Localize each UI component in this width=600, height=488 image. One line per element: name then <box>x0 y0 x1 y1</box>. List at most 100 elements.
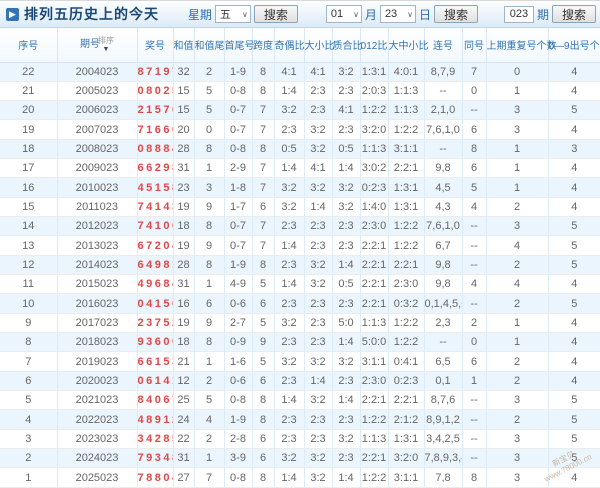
cell-chuhaogeshu: 4 <box>547 119 600 140</box>
cell-lianhao: -- <box>423 332 462 353</box>
cell-qihao: 2012023 <box>56 216 137 237</box>
cell-tonghao: 4 <box>461 197 486 218</box>
cell-hezhiwei: 9 <box>193 197 224 218</box>
search-controls: 星期 五 ∨ 搜索 01 ∨ 月 23 ∨ 日 搜索 期 搜索 <box>188 5 596 23</box>
cell-zhihebi: 1:4 <box>331 255 360 276</box>
cell-zhihebi: 3:2 <box>331 62 360 82</box>
column-header-zhihebi: 质合比 <box>331 28 363 63</box>
issue-number-input[interactable] <box>503 5 534 23</box>
cell-daxiaobi: 3:2 <box>303 448 332 469</box>
cell-chuhaogeshu: 3 <box>547 139 600 160</box>
sort-label: 排序 <box>98 35 114 45</box>
cell-lianhao: 9,8 <box>423 255 462 276</box>
chevron-down-icon: ∨ <box>353 9 359 19</box>
cell-xuhao: 13 <box>0 235 57 256</box>
cell-shangqichongfu: 2 <box>485 351 548 372</box>
cell-jianghao: 66153 <box>136 351 173 372</box>
cell-jianghao: 78804 <box>136 467 173 488</box>
cell-hezhiwei: 1 <box>193 448 224 469</box>
cell-jianghao: 87197 <box>136 62 173 82</box>
cell-kuadu: 5 <box>251 274 274 295</box>
sort-arrow-icon: ▼ <box>102 45 110 53</box>
week-search-button[interactable]: 搜索 <box>253 5 298 23</box>
cell-qioubi: 2:3 <box>273 429 304 450</box>
cell-dazhongxiaobi: 2:1:2 <box>387 409 424 430</box>
cell-tonghao: 6 <box>461 119 486 140</box>
sort-control[interactable]: 排序 ▼ <box>98 35 114 53</box>
issue-search-button[interactable]: 搜索 <box>551 5 596 23</box>
cell-bi012: 2:3:0 <box>359 216 388 237</box>
cell-qioubi: 0:5 <box>273 139 304 160</box>
cell-dazhongxiaobi: 1:2:2 <box>387 119 424 140</box>
cell-shouweihao: 1-6 <box>223 351 252 372</box>
cell-jianghao: 04156 <box>136 293 173 314</box>
day-select[interactable]: 23 ∨ <box>379 5 416 23</box>
table-row: 152011023741431991-763:21:43:21:4:01:3:1… <box>0 197 600 218</box>
table-row: 42022023489122441-982:32:32:31:2:22:1:28… <box>0 409 600 430</box>
cell-kuadu: 8 <box>251 390 274 411</box>
week-select-value: 五 <box>219 9 231 21</box>
cell-shangqichongfu: 2 <box>485 409 548 430</box>
cell-hezhiwei: 1 <box>193 351 224 372</box>
cell-qioubi: 1:4 <box>273 274 304 295</box>
table-row: 62020023061411220-662:31:42:32:3:00:2:30… <box>0 371 600 392</box>
month-select[interactable]: 01 ∨ <box>325 5 362 23</box>
cell-hezhiwei: 8 <box>193 139 224 160</box>
cell-daxiaobi: 2:3 <box>303 313 332 334</box>
cell-hezhiwei: 8 <box>193 216 224 237</box>
cell-bi012: 2:2:1 <box>359 274 388 295</box>
cell-jianghao: 67204 <box>136 235 173 256</box>
cell-xuhao: 18 <box>0 139 57 160</box>
cell-chuhaogeshu: 4 <box>547 351 600 372</box>
cell-tonghao: 5 <box>461 177 486 198</box>
column-header-daxiaobi: 大小比 <box>303 28 335 63</box>
cell-zhihebi: 2:3 <box>331 119 360 140</box>
cell-jianghao: 74143 <box>136 197 173 218</box>
cell-shangqichongfu: 3 <box>485 390 548 411</box>
cell-chuhaogeshu: 4 <box>547 274 600 295</box>
column-header-shangqichongfu: 上期重复号个数 <box>485 28 557 63</box>
cell-zhihebi: 3:2 <box>331 177 360 198</box>
cell-bi012: 1:4:0 <box>359 197 388 218</box>
date-search-button[interactable]: 搜索 <box>433 5 478 23</box>
cell-bi012: 2:2:1 <box>359 255 388 276</box>
cell-dazhongxiaobi: 1:3:1 <box>387 177 424 198</box>
week-select[interactable]: 五 ∨ <box>214 5 251 23</box>
cell-hezhi: 22 <box>172 429 194 450</box>
cell-hezhi: 24 <box>172 409 194 430</box>
cell-lianhao: 6,5 <box>423 351 462 372</box>
table-row: 82018023936001880-992:32:31:45:0:01:2:2-… <box>0 332 600 353</box>
month-select-value: 01 <box>330 8 344 20</box>
cell-chuhaogeshu: 4 <box>547 158 600 179</box>
cell-hezhi: 23 <box>172 177 194 198</box>
cell-dazhongxiaobi: 1:1:3 <box>387 100 424 121</box>
table-row: 92017023237521992-753:22:35:01:1:31:2:22… <box>0 313 600 334</box>
cell-daxiaobi: 4:1 <box>303 158 332 179</box>
cell-chuhaogeshu: 5 <box>547 216 600 237</box>
cell-daxiaobi: 4:1 <box>303 62 332 82</box>
cell-shouweihao: 1-9 <box>223 409 252 430</box>
cell-kuadu: 8 <box>251 467 274 488</box>
cell-lianhao: 4,3 <box>423 197 462 218</box>
column-header-label: 期号 <box>80 38 100 50</box>
cell-qioubi: 3:2 <box>273 351 304 372</box>
column-header-bi012: 012比 <box>359 28 388 63</box>
column-header-qihao[interactable]: 期号 排序 ▼ <box>56 28 137 63</box>
table-header: 序号 期号 排序 ▼ 奖号 和值 和值尾 首尾号 跨度 奇偶比 大小比 质合比 012比 大中小比 连号 同号… <box>0 28 600 63</box>
cell-chuhaogeshu: 4 <box>547 371 600 392</box>
cell-zhihebi: 0:5 <box>331 139 360 160</box>
cell-zhihebi: 2:3 <box>331 293 360 314</box>
table-row: 132013023672041990-771:42:32:32:2:11:2:2… <box>0 235 600 256</box>
cell-hezhi: 31 <box>172 158 194 179</box>
cell-jianghao: 66298 <box>136 158 173 179</box>
cell-chuhaogeshu: 4 <box>547 81 600 102</box>
cell-xuhao: 9 <box>0 313 57 334</box>
cell-daxiaobi: 1:4 <box>303 197 332 218</box>
cell-hezhiwei: 3 <box>193 177 224 198</box>
table-row: 212005023080251550-881:42:32:32:0:31:1:3… <box>0 81 600 102</box>
cell-jianghao: 79348 <box>136 448 173 469</box>
column-header-lianhao: 连号 <box>423 28 462 63</box>
cell-daxiaobi: 2:3 <box>303 100 332 121</box>
cell-qihao: 2019023 <box>56 351 137 372</box>
column-header-tonghao: 同号 <box>461 28 486 63</box>
